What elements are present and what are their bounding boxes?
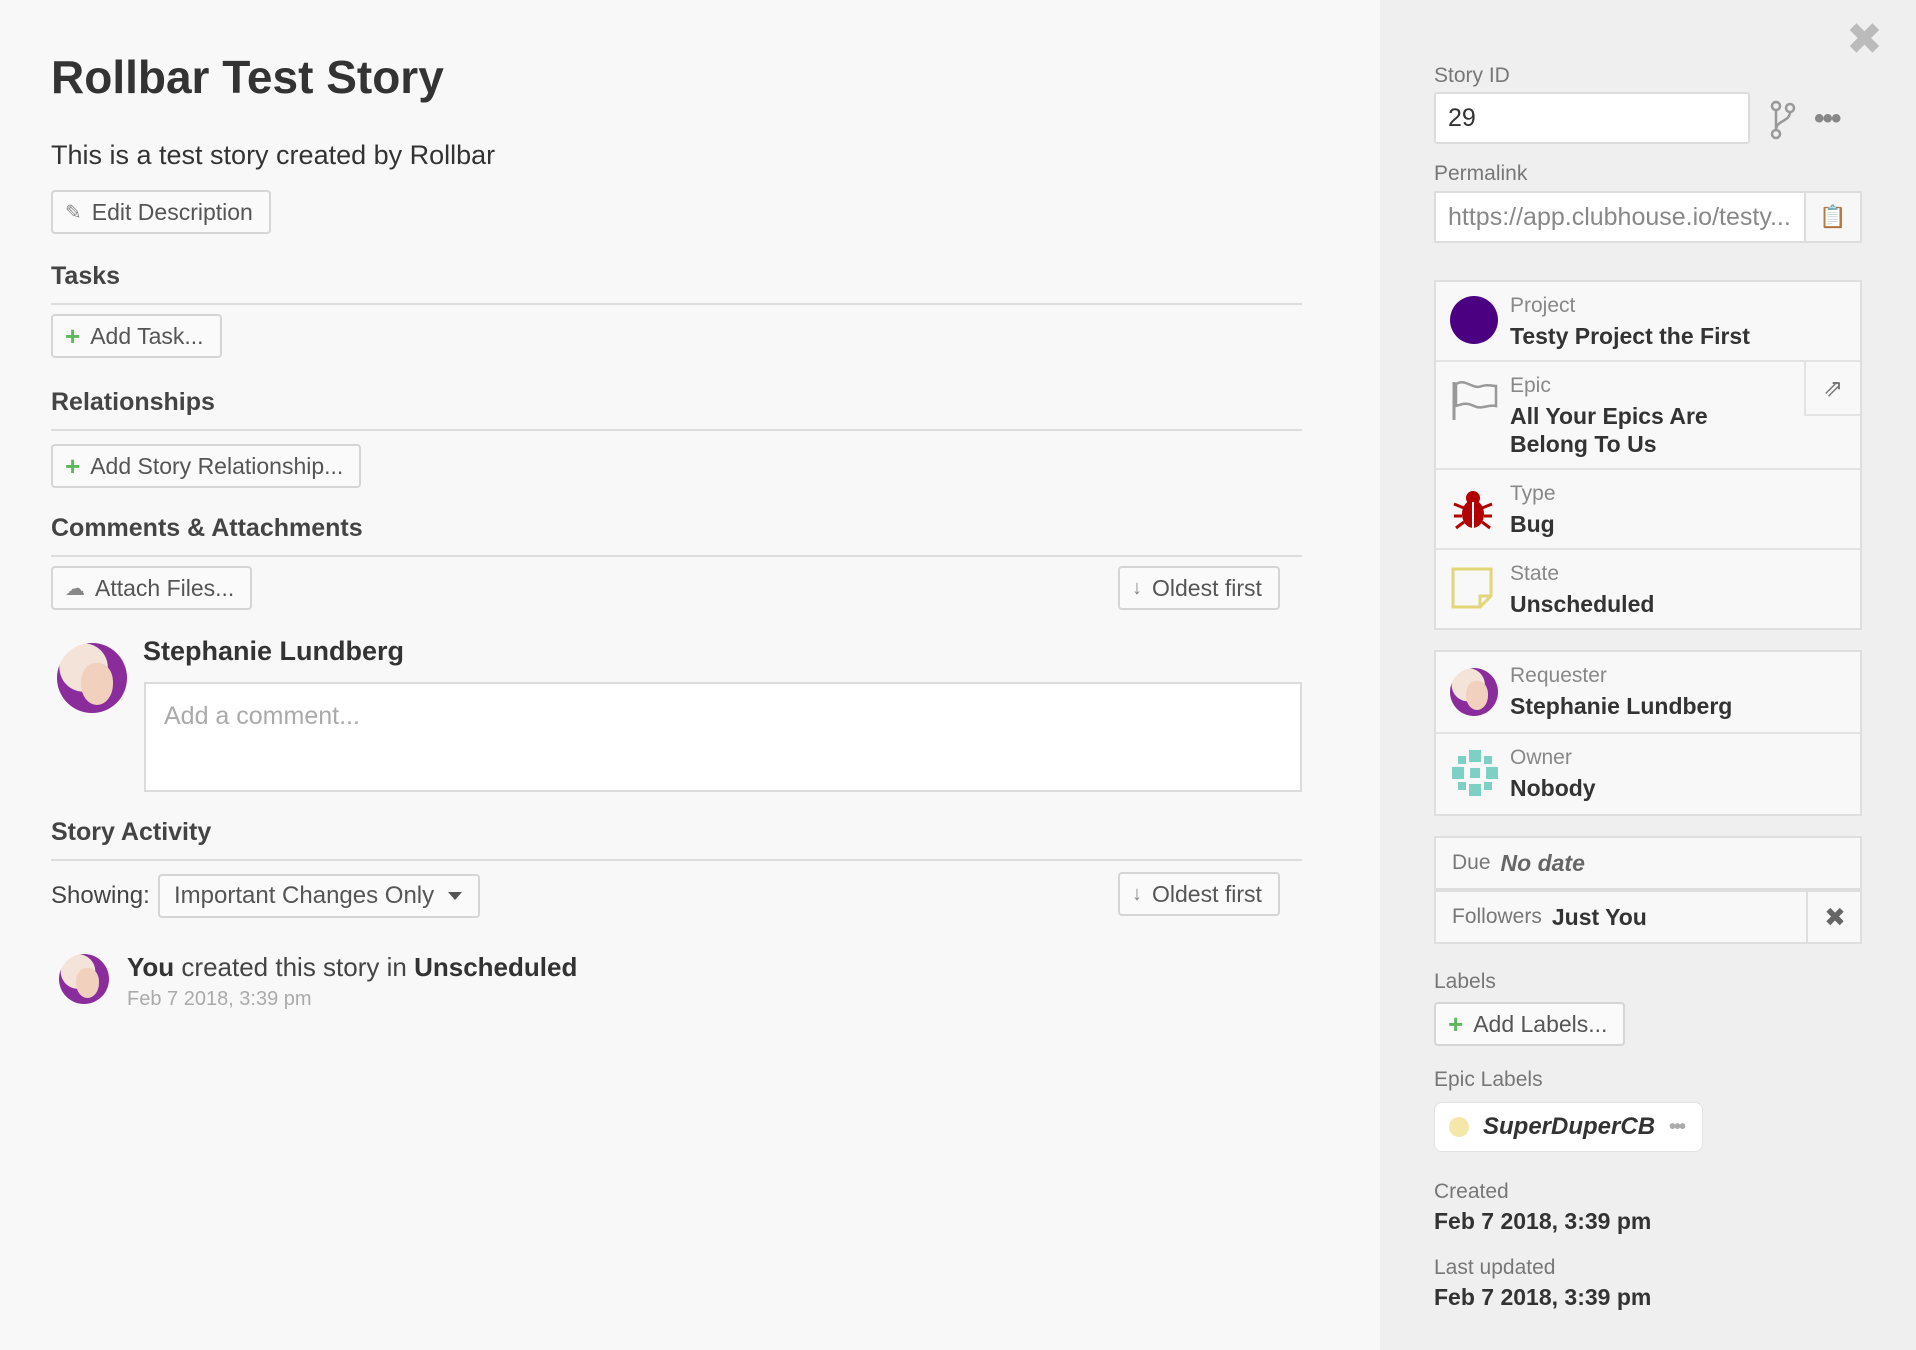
more-options-icon[interactable]: ••• xyxy=(1669,1116,1686,1139)
activity-state: Unscheduled xyxy=(414,952,578,982)
copy-permalink-button[interactable]: 📋 xyxy=(1806,191,1862,243)
owner-label: Owner xyxy=(1510,746,1572,769)
comments-sort-label: Oldest first xyxy=(1152,574,1262,601)
bug-icon xyxy=(1453,491,1493,530)
story-description: This is a test story created by Rollbar xyxy=(51,140,496,170)
activity-entry: You created this story in Unscheduled xyxy=(127,952,577,983)
owner-row[interactable]: Owner Nobody xyxy=(1436,734,1860,814)
epic-row[interactable]: Epic All Your Epics Are Belong To Us ⇗ xyxy=(1436,362,1860,470)
state-value: Unscheduled xyxy=(1510,591,1655,617)
close-icon[interactable]: ✖ xyxy=(1846,18,1883,62)
permalink-value: https://app.clubhouse.io/testy... xyxy=(1448,202,1791,231)
followers-label: Followers xyxy=(1452,905,1542,928)
permalink-field[interactable]: https://app.clubhouse.io/testy... xyxy=(1434,191,1806,243)
epic-label-chip[interactable]: SuperDuperCB ••• xyxy=(1434,1102,1704,1152)
activity-sort-button[interactable]: ↓ Oldest first xyxy=(1118,872,1280,916)
comment-author: Stephanie Lundberg xyxy=(143,636,405,666)
type-row[interactable]: Type Bug xyxy=(1436,470,1860,550)
updated-label: Last updated xyxy=(1434,1256,1556,1279)
add-task-label: Add Task... xyxy=(90,322,204,349)
caret-down-icon xyxy=(448,892,463,900)
story-id-value: 29 xyxy=(1448,103,1476,132)
story-details-card: Project Testy Project the First Epic All… xyxy=(1434,280,1862,630)
plus-icon: + xyxy=(65,321,81,351)
pencil-icon: ✎ xyxy=(65,201,82,224)
activity-filter-value: Important Changes Only xyxy=(174,882,435,909)
epic-value: All Your Epics Are Belong To Us xyxy=(1510,403,1708,457)
story-title[interactable]: Rollbar Test Story xyxy=(51,50,444,104)
activity-date: Feb 7 2018, 3:39 pm xyxy=(127,988,312,1010)
arrow-down-icon: ↓ xyxy=(1132,882,1142,905)
activity-text: created this story in xyxy=(174,952,415,982)
avatar xyxy=(57,643,127,713)
due-value: No date xyxy=(1500,849,1585,876)
project-color-icon xyxy=(1450,296,1498,344)
followers-row[interactable]: Followers Just You xyxy=(1434,890,1862,944)
epic-label-name: SuperDuperCB xyxy=(1483,1113,1656,1140)
type-label: Type xyxy=(1510,482,1556,505)
epic-label: Epic xyxy=(1510,374,1551,397)
external-link-icon[interactable]: ⇗ xyxy=(1804,362,1860,416)
story-id-field[interactable]: 29 xyxy=(1434,92,1750,144)
more-options-icon[interactable]: ••• xyxy=(1814,102,1841,136)
project-row[interactable]: Project Testy Project the First xyxy=(1436,282,1860,362)
permalink-label: Permalink xyxy=(1434,162,1528,185)
project-value: Testy Project the First xyxy=(1510,323,1750,349)
updated-value: Feb 7 2018, 3:39 pm xyxy=(1434,1284,1652,1310)
created-label: Created xyxy=(1434,1180,1509,1203)
label-color-icon xyxy=(1449,1117,1469,1137)
labels-label: Labels xyxy=(1434,970,1496,993)
edit-description-label: Edit Description xyxy=(91,198,253,225)
edit-description-button[interactable]: ✎ Edit Description xyxy=(51,190,271,234)
add-relationship-label: Add Story Relationship... xyxy=(90,452,344,479)
tasks-heading: Tasks xyxy=(51,262,1302,305)
people-card: Requester Stephanie Lundberg Owner Nobod… xyxy=(1434,650,1862,816)
add-relationship-button[interactable]: + Add Story Relationship... xyxy=(51,444,362,488)
remove-followers-icon[interactable]: ✖ xyxy=(1806,890,1862,944)
add-labels-label: Add Labels... xyxy=(1473,1010,1608,1037)
cloud-upload-icon: ☁ xyxy=(65,577,85,600)
flag-icon xyxy=(1452,381,1498,420)
state-row[interactable]: State Unscheduled xyxy=(1436,550,1860,628)
attach-files-label: Attach Files... xyxy=(95,574,235,601)
activity-filter-select[interactable]: Important Changes Only xyxy=(158,874,481,918)
state-icon xyxy=(1451,567,1493,609)
due-date-row[interactable]: Due No date xyxy=(1434,836,1862,890)
activity-heading: Story Activity xyxy=(51,818,1302,861)
avatar xyxy=(1450,668,1498,716)
created-value: Feb 7 2018, 3:39 pm xyxy=(1434,1208,1652,1234)
project-label: Project xyxy=(1510,294,1576,317)
plus-icon: + xyxy=(1448,1009,1464,1039)
activity-sort-label: Oldest first xyxy=(1152,880,1262,907)
requester-label: Requester xyxy=(1510,664,1607,687)
owner-value: Nobody xyxy=(1510,775,1596,801)
story-id-label: Story ID xyxy=(1434,64,1510,87)
showing-label: Showing: xyxy=(51,882,150,909)
owner-avatar-icon xyxy=(1452,750,1498,796)
activity-actor: You xyxy=(127,952,175,982)
comments-sort-button[interactable]: ↓ Oldest first xyxy=(1118,566,1280,610)
add-labels-button[interactable]: + Add Labels... xyxy=(1434,1002,1626,1046)
plus-icon: + xyxy=(65,451,81,481)
requester-value: Stephanie Lundberg xyxy=(1510,693,1733,719)
epic-labels-label: Epic Labels xyxy=(1434,1068,1543,1091)
due-label: Due xyxy=(1452,851,1491,874)
requester-row[interactable]: Requester Stephanie Lundberg xyxy=(1436,652,1860,734)
attach-files-button[interactable]: ☁ Attach Files... xyxy=(51,566,253,610)
relationships-heading: Relationships xyxy=(51,388,1302,431)
comments-heading: Comments & Attachments xyxy=(51,514,1302,557)
state-label: State xyxy=(1510,562,1560,585)
add-task-button[interactable]: + Add Task... xyxy=(51,314,222,358)
comment-input[interactable]: Add a comment... xyxy=(144,682,1302,792)
type-value: Bug xyxy=(1510,511,1555,537)
git-branch-icon[interactable] xyxy=(1768,100,1798,140)
followers-value: Just You xyxy=(1551,903,1647,930)
arrow-down-icon: ↓ xyxy=(1132,576,1142,599)
clipboard-icon: 📋 xyxy=(1819,204,1847,229)
avatar xyxy=(59,954,109,1004)
